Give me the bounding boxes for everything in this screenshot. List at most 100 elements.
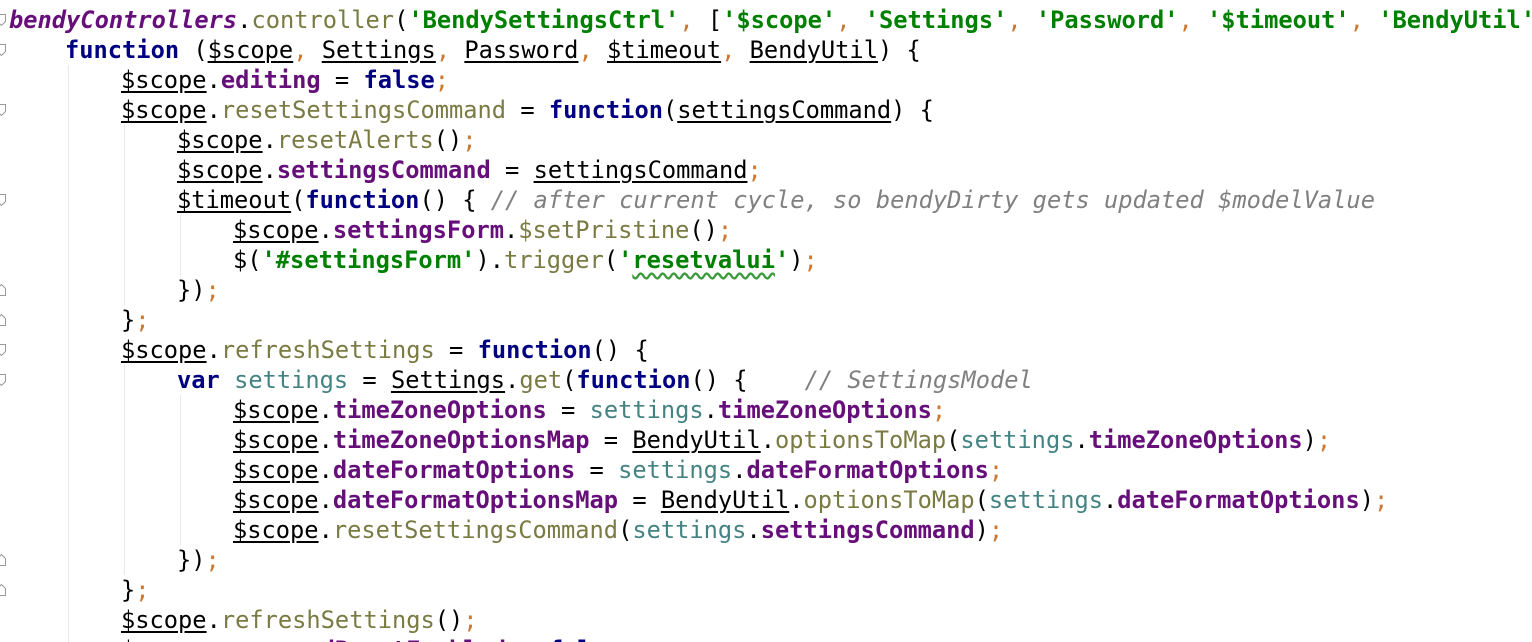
code-token: $scope (121, 66, 207, 94)
fold-open-icon[interactable] (0, 374, 6, 386)
code-token: $scope (233, 396, 319, 424)
code-token: get (519, 366, 563, 394)
code-token: dateFormatOptions (1117, 486, 1360, 514)
indent-guide (180, 215, 181, 275)
code-line: $scope.passwordResetEnabled = false (121, 635, 620, 642)
code-line: $scope.refreshSettings = function() { (121, 335, 649, 365)
code-token: function (576, 366, 691, 394)
fold-close-icon[interactable] (0, 584, 6, 596)
code-token: Password (464, 36, 579, 64)
code-token: function (548, 96, 663, 124)
code-token: '#settingsForm' (261, 246, 476, 274)
code-token: . (789, 486, 804, 514)
code-token: ( (394, 6, 409, 34)
code-token: dateFormatOptions (332, 456, 576, 484)
code-token: . (206, 96, 221, 124)
code-token: BendyUtil (749, 36, 878, 64)
code-token: , (293, 36, 322, 64)
code-editor[interactable]: bendyControllers.controller('BendySettin… (0, 0, 1532, 642)
code-line: $scope.timeZoneOptions = settings.timeZo… (233, 395, 946, 425)
code-token: timeZoneOptions (1088, 426, 1303, 454)
fold-close-icon[interactable] (0, 314, 6, 326)
code-token: settings (589, 396, 704, 424)
code-token: ) (1302, 426, 1317, 454)
code-token: . (318, 216, 333, 244)
code-token: ) { (877, 36, 921, 64)
fold-open-icon[interactable] (0, 104, 6, 116)
code-token: BendyUtil (660, 486, 790, 514)
code-token: ; (462, 126, 477, 154)
code-token: () { (591, 336, 649, 364)
code-token: 'BendySettingsCtrl' (408, 6, 680, 34)
code-line: var settings = Settings.get(function() {… (177, 365, 1033, 395)
code-token: $scope (233, 426, 319, 454)
code-token: ( (618, 516, 633, 544)
code-line: $scope.editing = false; (121, 65, 449, 95)
code-token: resetvalui (632, 246, 775, 274)
code-token: ' (618, 246, 633, 274)
code-token: settings (234, 366, 349, 394)
code-token: . (207, 636, 221, 642)
code-token: editing (220, 66, 321, 94)
code-line: $scope.dateFormatOptions = settings.date… (233, 455, 1003, 485)
code-token: trigger (503, 246, 604, 274)
code-token: = (589, 426, 633, 454)
code-token: = (506, 636, 549, 642)
code-token: . (206, 336, 221, 364)
fold-close-icon[interactable] (0, 284, 6, 296)
code-token: ; (988, 456, 1004, 484)
code-line: $scope.resetSettingsCommand = function(s… (121, 95, 934, 125)
code-token: dateFormatOptions (746, 456, 989, 484)
code-token: [ (707, 6, 723, 34)
fold-open-icon[interactable] (0, 14, 6, 26)
code-token: settings (988, 486, 1103, 514)
code-line: }); (177, 545, 220, 575)
code-token: , (1178, 6, 1208, 34)
code-token: ; (135, 306, 150, 334)
code-token: ( (603, 246, 619, 274)
indent-guide (124, 125, 125, 305)
code-token: ; (1373, 486, 1389, 514)
code-token: settingsCommand (533, 156, 748, 184)
code-token: resetAlerts (276, 126, 434, 154)
code-token: optionsToMap (803, 486, 975, 514)
code-token: = (618, 486, 661, 514)
code-token: , (578, 36, 607, 64)
code-token: timeZoneOptionsMap (332, 426, 590, 454)
code-token: function (65, 36, 180, 64)
code-token: = (546, 396, 590, 424)
code-line: $scope.refreshSettings(); (121, 605, 478, 635)
fold-open-icon[interactable] (0, 194, 6, 206)
code-token: . (746, 516, 761, 544)
code-token: Settings (321, 36, 436, 64)
code-token: bendyControllers (9, 6, 238, 34)
code-token: () (433, 126, 463, 154)
code-token: . (262, 156, 277, 184)
code-token: $scope (121, 636, 207, 642)
code-token: ( (291, 186, 306, 214)
code-token: . (237, 6, 252, 34)
fold-open-icon[interactable] (0, 44, 6, 56)
code-token: ). (475, 246, 504, 274)
code-token: . (732, 456, 747, 484)
fold-close-icon[interactable] (0, 554, 6, 566)
code-token: ) (789, 246, 804, 274)
code-token: . (1103, 486, 1118, 514)
code-token: timeZoneOptions (717, 396, 932, 424)
code-token: }) (177, 546, 206, 574)
code-token: , (1007, 6, 1036, 34)
code-token: $scope (121, 606, 207, 634)
code-token: refreshSettings (220, 336, 435, 364)
code-token: } (121, 576, 136, 604)
code-token: ; (717, 216, 733, 244)
code-token: $scope (121, 336, 207, 364)
code-token: = (434, 336, 478, 364)
code-line: $timeout(function() { // after current c… (177, 185, 1375, 215)
code-token: , (1349, 6, 1379, 34)
code-line: $scope.settingsCommand = settingsCommand… (177, 155, 762, 185)
code-token: . (262, 126, 277, 154)
code-token: Settings (390, 366, 506, 394)
code-token: , (721, 36, 750, 64)
fold-open-icon[interactable] (0, 344, 6, 356)
